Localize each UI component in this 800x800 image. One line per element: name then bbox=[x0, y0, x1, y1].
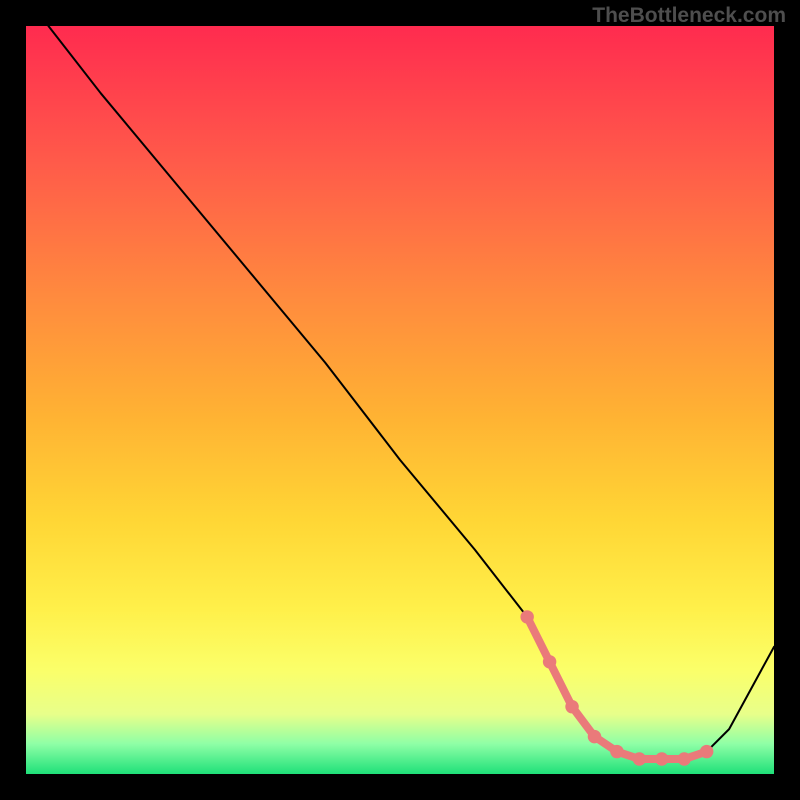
highlight-dot bbox=[520, 610, 533, 623]
highlight-dot bbox=[633, 752, 646, 765]
highlight-dot bbox=[678, 752, 691, 765]
highlight-dot bbox=[610, 745, 623, 758]
main-curve bbox=[48, 26, 774, 759]
highlight-dot bbox=[565, 700, 578, 713]
chart-svg bbox=[26, 26, 774, 774]
highlight-segment bbox=[527, 617, 707, 759]
highlight-dot bbox=[655, 752, 668, 765]
plot-area bbox=[26, 26, 774, 774]
highlight-dot bbox=[588, 730, 601, 743]
highlight-dot bbox=[700, 745, 713, 758]
watermark-text: TheBottleneck.com bbox=[592, 4, 786, 28]
highlight-dot bbox=[543, 655, 556, 668]
